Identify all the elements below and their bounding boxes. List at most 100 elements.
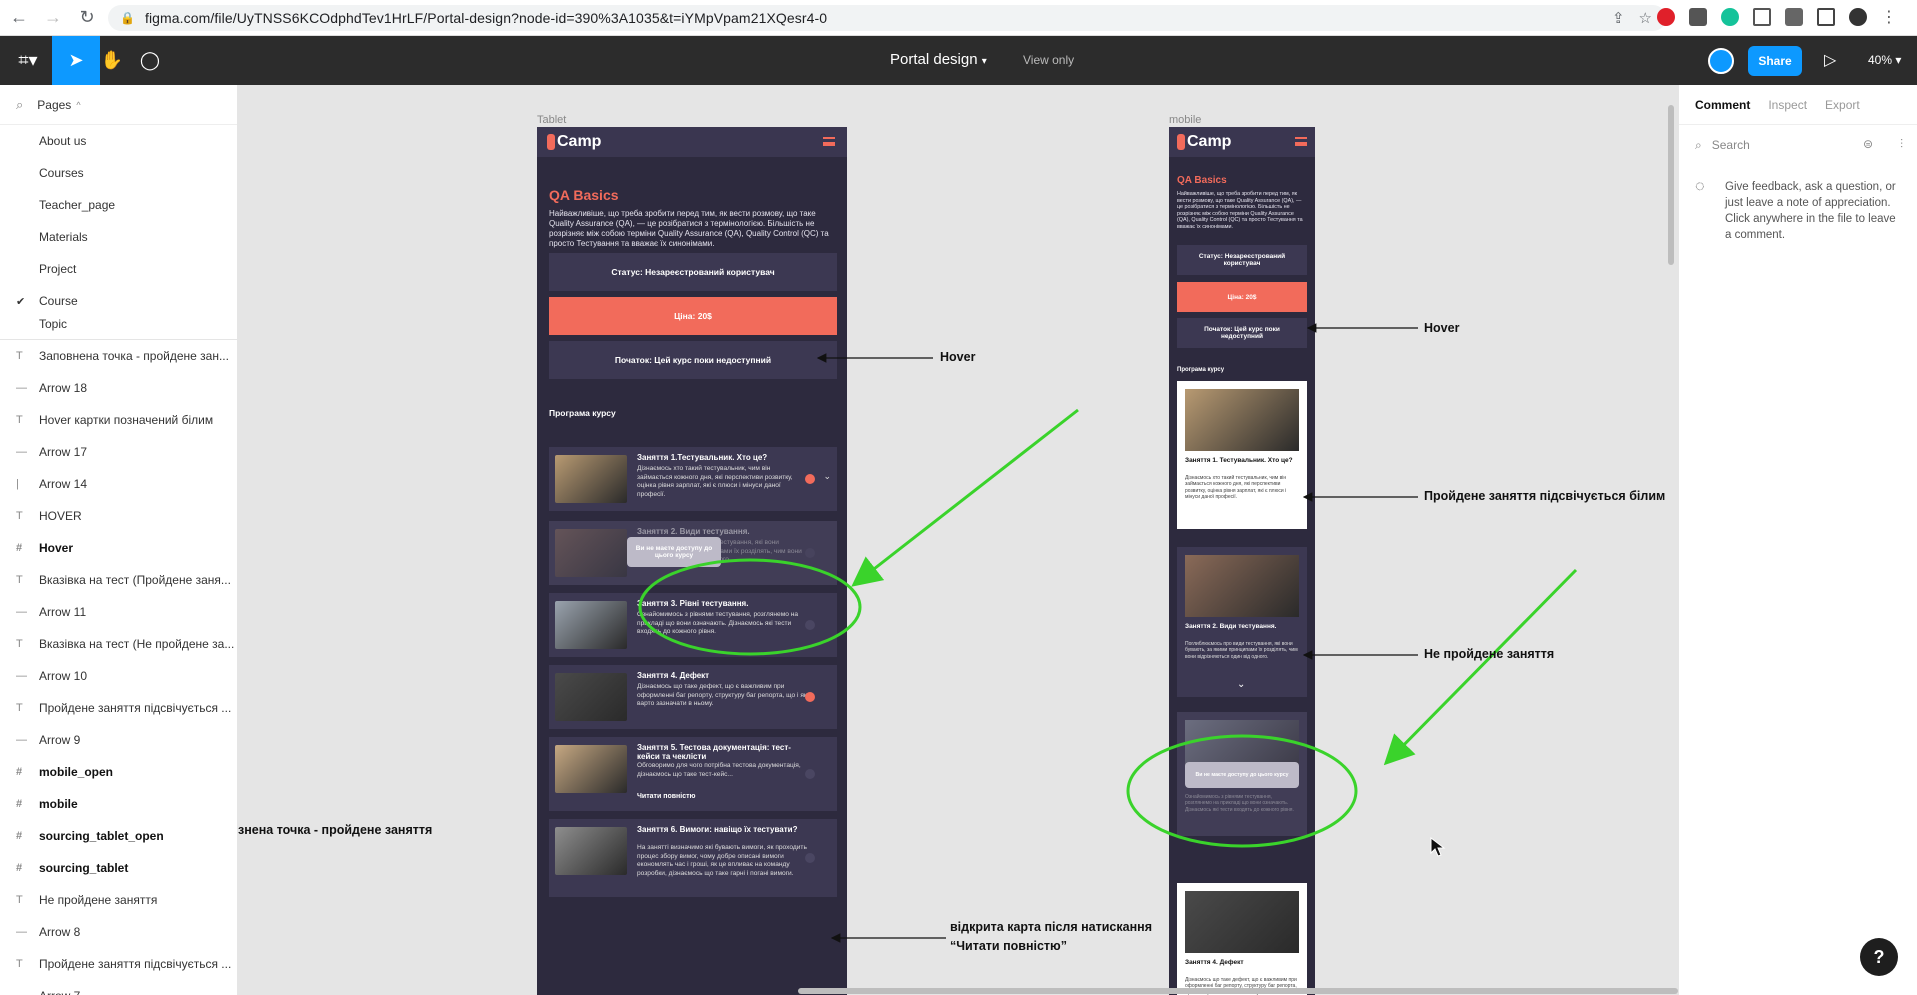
layer-item[interactable]: — Arrow 10 [0,660,237,692]
tab-export[interactable]: Export [1825,98,1860,112]
layer-item[interactable]: — Arrow 8 [0,916,237,948]
page-item[interactable]: Courses [0,157,237,189]
layer-item[interactable]: T Заповнена точка - пройдене зан... [0,340,237,372]
page-item[interactable]: Teacher_page [0,189,237,221]
layer-label: Пройдене заняття підсвічується ... [39,701,232,715]
share-button[interactable]: Share [1748,46,1802,76]
layer-item[interactable]: T Вказівка на тест (Пройдене заня... [0,564,237,596]
layer-item[interactable]: # Hover [0,532,237,564]
sidebar-toggle-icon[interactable] [1817,8,1835,26]
layer-item[interactable]: — Arrow 11 [0,596,237,628]
opera-extension-icon[interactable] [1657,8,1675,26]
layer-item[interactable]: # mobile_open [0,756,237,788]
lesson-description: Обговоримо для чого потрібна тестова док… [637,762,801,778]
forward-icon[interactable]: → [38,3,68,33]
layer-item[interactable]: T Пройдене заняття підсвічується ... [0,692,237,724]
burger-menu-icon [1295,137,1307,146]
layer-item[interactable]: — Arrow 18 [0,372,237,404]
grammarly-extension-icon[interactable] [1721,8,1739,26]
tab-inspect[interactable]: Inspect [1768,98,1807,112]
view-only-badge: View only [1023,53,1075,67]
horizontal-scrollbar[interactable] [798,988,1678,994]
tablet-frame[interactable]: Camp QA Basics Найважливіше, що треба зр… [537,127,847,995]
layer-item[interactable]: —Arrow 7 [0,980,237,995]
filter-icon[interactable]: ⊜ [1863,137,1873,151]
lesson-pending-dot [805,769,815,779]
move-extension-icon[interactable] [1753,8,1771,26]
camp-logo-mobile: Camp [1177,133,1231,151]
figma-menu-icon[interactable]: ⌗▾ [4,36,52,85]
help-button[interactable]: ? [1860,938,1898,976]
settings-sliders-icon[interactable]: ⫶ [1900,137,1903,152]
lesson-card[interactable]: Заняття 5. Тестова документація: тест-ке… [549,737,837,811]
lesson-card[interactable]: Заняття 3. Рівні тестування. Ознайомимось… [549,593,837,657]
zoom-level[interactable]: 40% ▾ [1868,53,1901,67]
page-item[interactable]: ✔ Course [0,285,237,317]
page-label: Course [39,294,78,308]
design-canvas[interactable]: Tablet Camp QA Basics Найважливіше, що т… [238,85,1678,995]
layer-item[interactable]: T HOVER [0,500,237,532]
mobile-lesson-card[interactable]: Ознайомимось з рівнями тестування, розгл… [1177,712,1307,836]
share-page-icon[interactable]: ⇪ [1612,9,1625,27]
mobile-lesson-card[interactable]: Заняття 4. Дефект Дізнаємось що таке дефе… [1177,883,1307,995]
layer-item[interactable]: T Пройдене заняття підсвічується ... [0,948,237,980]
lesson-card[interactable]: Заняття 6. Вимоги: навіщо їх тестувати? Н… [549,819,837,897]
page-item[interactable]: About us [0,125,237,157]
lesson-thumbnail [555,827,627,875]
mobile-frame-label[interactable]: mobile [1169,114,1201,126]
back-icon[interactable]: ← [4,3,34,33]
line-icon: — [0,990,39,995]
tablet-frame-label[interactable]: Tablet [537,114,566,126]
mobile-lesson-card[interactable]: Заняття 1. Тестувальник. Хто це? Дізнаємо… [1177,381,1307,529]
lesson-title: Заняття 4. Дефект [1185,959,1244,966]
lesson-card[interactable]: Заняття 2. Види тестування.Поглиблюємось… [549,521,837,585]
chevron-down-icon[interactable]: ⌄ [823,471,831,482]
layer-item[interactable]: # mobile [0,788,237,820]
layer-item[interactable]: # sourcing_tablet [0,852,237,884]
layer-label: Arrow 9 [39,733,81,747]
page-item[interactable]: Materials [0,221,237,253]
check-icon: ✔ [16,295,26,308]
pages-header[interactable]: ⌕ Pages ^ [0,85,237,125]
text-layer-icon: T [16,958,23,970]
read-more-link[interactable]: Читати повністю [637,793,696,800]
layer-item[interactable]: T Hover картки позначений білим [0,404,237,436]
text-layer-icon: T [16,414,23,426]
comment-tool-icon[interactable]: ◯ [126,36,174,85]
reload-icon[interactable]: ↻ [72,3,102,33]
page-item[interactable]: Project [0,253,237,285]
mobile-lesson-card[interactable]: Заняття 2. Види тестування. Поглиблюємось… [1177,547,1307,697]
comment-search[interactable]: ⌕ Search ⊜ ⫶ [1679,125,1917,165]
chevron-down-icon[interactable]: ⌄ [1237,679,1245,690]
layer-item[interactable]: T Не пройдене заняття [0,884,237,916]
price-box-mobile: Ціна: 20$ [1177,282,1307,312]
menu-dots-icon[interactable]: ⋮ [1881,7,1897,27]
frame-icon: # [16,830,23,842]
puzzle-extensions-icon[interactable] [1785,8,1803,26]
layer-item[interactable]: | Arrow 14 [0,468,237,500]
layer-item[interactable]: — Arrow 17 [0,436,237,468]
search-icon[interactable]: ⌕ [16,97,23,113]
bookmark-star-icon[interactable]: ☆ [1639,9,1652,27]
page-item[interactable]: Topic [0,317,237,331]
comment-panel: Comment Inspect Export ⌕ Search ⊜ ⫶ ◌ Gi… [1678,85,1917,995]
profile-avatar[interactable] [1849,8,1867,26]
layer-item[interactable]: T Вказівка на тест (Не пройдене за... [0,628,237,660]
text-layer-icon: T [16,574,23,586]
tab-comment[interactable]: Comment [1695,98,1750,112]
mobile-frame[interactable]: Camp QA Basics Найважливіше, що треба зр… [1169,127,1315,995]
lesson-thumbnail [555,745,627,793]
lesson-card[interactable]: Заняття 1.Тестувальник. Хто це? Дізнаємос… [549,447,837,511]
address-bar[interactable]: 🔒 figma.com/file/UyTNSS6KCOdphdTev1HrLF/… [108,5,1666,31]
layer-item[interactable]: # sourcing_tablet_open [0,820,237,852]
speech-bubble-icon: ◌ [1695,178,1705,195]
robot-extension-icon[interactable] [1689,8,1707,26]
lesson-thumbnail [1185,555,1299,617]
user-avatar[interactable] [1708,48,1734,74]
lesson-card[interactable]: Заняття 4. Дефект Дізнаємось що таке дефе… [549,665,837,729]
document-title[interactable]: Portal design ▾ [890,51,987,68]
vertical-scrollbar[interactable] [1668,105,1674,265]
layer-item[interactable]: — Arrow 9 [0,724,237,756]
layer-label: Вказівка на тест (Пройдене заня... [39,573,231,587]
present-play-icon[interactable]: ▷ [1824,50,1836,70]
